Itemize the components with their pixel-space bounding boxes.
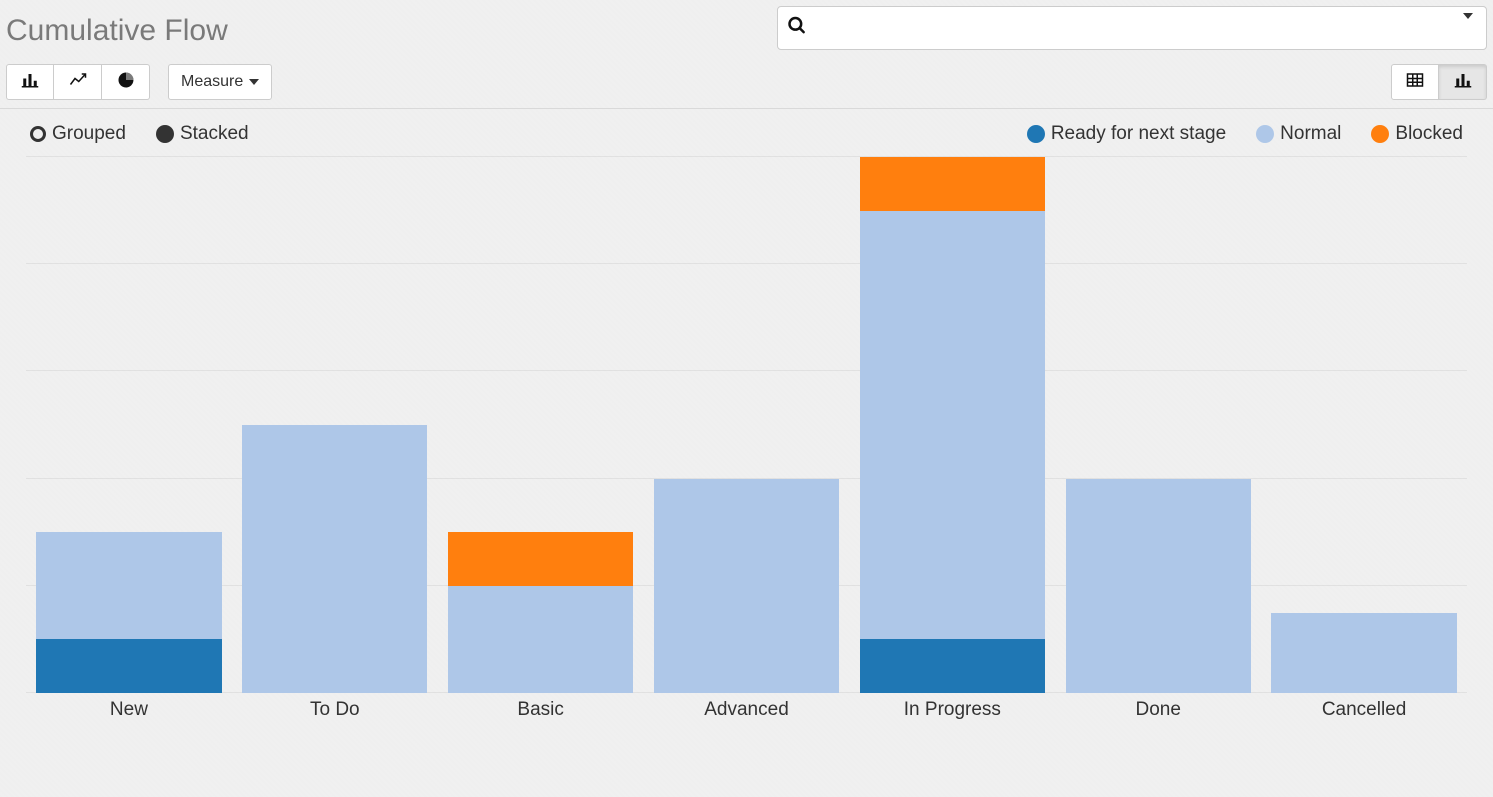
pie-chart-icon (117, 71, 135, 94)
bar-stack[interactable] (1271, 613, 1456, 693)
view-mode-group (1391, 64, 1487, 100)
bar-stack[interactable] (1066, 479, 1251, 693)
legend-item-ready[interactable]: Ready for next stage (1027, 123, 1226, 145)
legend-swatch-icon (1256, 125, 1274, 143)
bar-segment[interactable] (860, 639, 1045, 693)
x-axis-label: Advanced (644, 699, 850, 721)
bar-column (438, 157, 644, 693)
bar-column (644, 157, 850, 693)
measure-label: Measure (181, 73, 243, 91)
bar-segment[interactable] (860, 157, 1045, 211)
pie-chart-button[interactable] (102, 64, 150, 100)
search-input[interactable] (777, 6, 1487, 50)
chart-type-group (6, 64, 150, 100)
bar-column (1261, 157, 1467, 693)
legend-swatch-icon (1371, 125, 1389, 143)
bar-chart-icon (21, 71, 39, 94)
bar-segment[interactable] (448, 532, 633, 586)
x-axis-label: In Progress (849, 699, 1055, 721)
chart-bars (26, 157, 1467, 693)
legend-label: Blocked (1395, 123, 1463, 145)
legend-item-blocked[interactable]: Blocked (1371, 123, 1463, 145)
bar-chart-icon (1454, 71, 1472, 94)
stack-mode-legend: Grouped Stacked (30, 123, 249, 145)
bar-segment[interactable] (36, 532, 221, 639)
bar-segment[interactable] (448, 586, 633, 693)
bar-segment[interactable] (654, 479, 839, 693)
chart-area: NewTo DoBasicAdvancedIn ProgressDoneCanc… (6, 157, 1487, 737)
bar-column (26, 157, 232, 693)
page-title: Cumulative Flow (6, 14, 228, 48)
bar-stack[interactable] (448, 532, 633, 693)
legend-label: Ready for next stage (1051, 123, 1226, 145)
x-axis-label: Done (1055, 699, 1261, 721)
x-axis-label: Basic (438, 699, 644, 721)
bar-column (232, 157, 438, 693)
bar-segment[interactable] (1066, 479, 1251, 693)
search-box[interactable] (777, 6, 1487, 50)
radio-hollow-icon (30, 126, 46, 142)
legend-swatch-icon (1027, 125, 1045, 143)
stacked-label: Stacked (180, 123, 249, 145)
chart-plot: NewTo DoBasicAdvancedIn ProgressDoneCanc… (26, 157, 1467, 717)
series-legend: Ready for next stage Normal Blocked (1027, 123, 1463, 145)
bar-stack[interactable] (860, 157, 1045, 693)
bar-column (1055, 157, 1261, 693)
bar-stack[interactable] (654, 479, 839, 693)
stacked-toggle[interactable]: Stacked (156, 123, 249, 145)
grouped-label: Grouped (52, 123, 126, 145)
bar-segment[interactable] (860, 211, 1045, 640)
table-view-button[interactable] (1391, 64, 1439, 100)
chart-xaxis-labels: NewTo DoBasicAdvancedIn ProgressDoneCanc… (26, 699, 1467, 721)
bar-chart-button[interactable] (6, 64, 54, 100)
bar-segment[interactable] (36, 639, 221, 693)
bar-column (849, 157, 1055, 693)
table-icon (1406, 71, 1424, 94)
chart-view-button[interactable] (1439, 64, 1487, 100)
search-icon (787, 16, 807, 41)
bar-stack[interactable] (36, 532, 221, 693)
x-axis-label: To Do (232, 699, 438, 721)
x-axis-label: New (26, 699, 232, 721)
bar-segment[interactable] (242, 425, 427, 693)
line-chart-button[interactable] (54, 64, 102, 100)
grouped-toggle[interactable]: Grouped (30, 123, 126, 145)
legend-item-normal[interactable]: Normal (1256, 123, 1341, 145)
chevron-down-icon[interactable] (1463, 19, 1473, 37)
chevron-down-icon (249, 79, 259, 85)
bar-stack[interactable] (242, 425, 427, 693)
line-chart-icon (69, 71, 87, 94)
legend-label: Normal (1280, 123, 1341, 145)
x-axis-label: Cancelled (1261, 699, 1467, 721)
bar-segment[interactable] (1271, 613, 1456, 693)
radio-filled-icon (156, 125, 174, 143)
measure-dropdown[interactable]: Measure (168, 64, 272, 100)
